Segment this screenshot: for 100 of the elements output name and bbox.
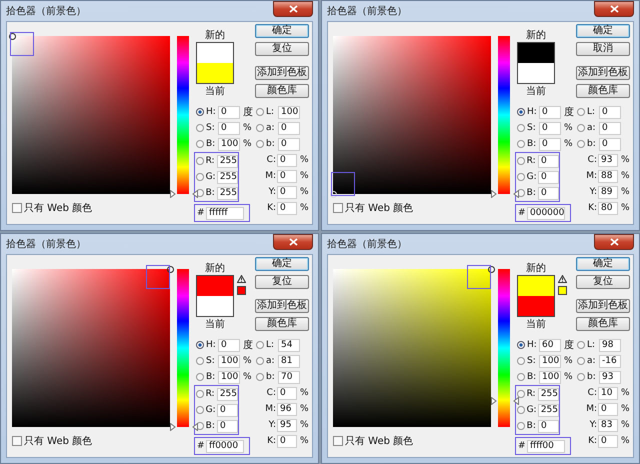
value-field[interactable]: 60 bbox=[539, 338, 561, 352]
value-field[interactable]: 81 bbox=[278, 354, 300, 368]
value-field[interactable]: 255 bbox=[216, 186, 238, 200]
dialog-button[interactable]: 添加到色板 bbox=[576, 66, 630, 80]
radio-button[interactable] bbox=[196, 390, 204, 398]
radio-button[interactable] bbox=[577, 357, 585, 365]
hue-slider-handle[interactable] bbox=[170, 423, 198, 431]
value-field[interactable]: 100 bbox=[218, 370, 240, 384]
value-field[interactable]: 100 bbox=[539, 354, 561, 368]
value-field[interactable]: 88 bbox=[598, 170, 618, 182]
dialog-button[interactable]: 取消 bbox=[576, 42, 630, 56]
value-field[interactable]: 89 bbox=[598, 186, 618, 198]
value-field[interactable]: 255 bbox=[216, 170, 238, 184]
close-button[interactable] bbox=[594, 1, 634, 17]
radio-button[interactable] bbox=[517, 124, 525, 132]
value-field[interactable]: 0 bbox=[599, 106, 621, 118]
value-field[interactable]: 0 bbox=[599, 122, 621, 134]
radio-button[interactable] bbox=[577, 108, 585, 116]
hex-field[interactable]: 000000 bbox=[527, 206, 565, 220]
value-field[interactable]: 255 bbox=[538, 388, 559, 400]
radio-button[interactable] bbox=[577, 124, 585, 132]
value-field[interactable]: 0 bbox=[217, 420, 238, 432]
value-field[interactable]: 255 bbox=[216, 154, 238, 168]
radio-button[interactable] bbox=[517, 157, 525, 165]
dialog-button[interactable]: 颜色库 bbox=[576, 84, 630, 98]
value-field[interactable]: 100 bbox=[278, 106, 300, 118]
value-field[interactable]: 10 bbox=[598, 386, 618, 400]
value-field[interactable]: 0 bbox=[218, 106, 240, 118]
gamut-color-swatch[interactable] bbox=[558, 286, 567, 295]
radio-button[interactable] bbox=[517, 373, 525, 381]
value-field[interactable]: 100 bbox=[539, 370, 561, 384]
dialog-button[interactable]: 颜色库 bbox=[255, 317, 309, 331]
gamut-color-swatch[interactable] bbox=[237, 286, 246, 295]
hue-slider[interactable] bbox=[491, 269, 517, 427]
dialog-button[interactable]: 复位 bbox=[255, 275, 309, 289]
value-field[interactable]: 0 bbox=[218, 122, 240, 134]
close-button[interactable] bbox=[273, 1, 313, 17]
value-field[interactable]: 0 bbox=[217, 404, 238, 416]
value-field[interactable]: 54 bbox=[278, 338, 300, 352]
hex-field[interactable]: ffff00 bbox=[527, 440, 565, 452]
value-field[interactable]: 100 bbox=[218, 354, 240, 368]
dialog-button[interactable]: 添加到色板 bbox=[255, 299, 309, 313]
value-field[interactable]: 0 bbox=[277, 434, 297, 448]
value-field[interactable]: 0 bbox=[538, 154, 559, 168]
dialog-button[interactable]: 确定 bbox=[255, 257, 309, 271]
radio-button[interactable] bbox=[196, 341, 204, 349]
value-field[interactable]: 0 bbox=[278, 122, 300, 134]
value-field[interactable]: 0 bbox=[539, 138, 561, 150]
value-field[interactable]: 0 bbox=[598, 434, 618, 448]
dialog-button[interactable]: 确定 bbox=[576, 257, 630, 271]
radio-button[interactable] bbox=[196, 157, 204, 165]
radio-button[interactable] bbox=[256, 357, 264, 365]
radio-button[interactable] bbox=[577, 140, 585, 148]
value-field[interactable]: 95 bbox=[277, 418, 297, 432]
value-field[interactable]: 0 bbox=[218, 338, 240, 352]
warning-icon[interactable] bbox=[558, 275, 567, 283]
warning-icon[interactable] bbox=[237, 275, 246, 283]
radio-button[interactable] bbox=[196, 140, 204, 148]
hue-slider-handle[interactable] bbox=[491, 396, 519, 405]
value-field[interactable]: 0 bbox=[277, 154, 297, 166]
value-field[interactable]: 83 bbox=[598, 418, 618, 432]
value-field[interactable]: 98 bbox=[599, 338, 621, 352]
dialog-button[interactable]: 复位 bbox=[576, 275, 630, 289]
close-button[interactable] bbox=[273, 234, 313, 250]
dialog-button[interactable]: 添加到色板 bbox=[255, 66, 309, 80]
color-marker[interactable] bbox=[9, 33, 16, 40]
value-field[interactable]: 255 bbox=[216, 388, 238, 400]
value-field[interactable]: 100 bbox=[218, 138, 240, 150]
hex-field[interactable]: ffffff bbox=[206, 206, 244, 220]
checkbox[interactable] bbox=[333, 436, 343, 446]
radio-button[interactable] bbox=[517, 341, 525, 349]
hex-field[interactable]: ff0000 bbox=[206, 440, 244, 452]
value-field[interactable]: 0 bbox=[538, 420, 559, 432]
radio-button[interactable] bbox=[517, 108, 525, 116]
dialog-button[interactable]: 复位 bbox=[255, 42, 309, 56]
value-field[interactable]: 0 bbox=[599, 138, 621, 150]
radio-button[interactable] bbox=[517, 406, 525, 414]
dialog-button[interactable]: 颜色库 bbox=[576, 317, 630, 331]
radio-button[interactable] bbox=[196, 406, 204, 414]
value-field[interactable]: 0 bbox=[277, 386, 297, 400]
radio-button[interactable] bbox=[196, 173, 204, 181]
value-field[interactable]: 0 bbox=[538, 170, 559, 184]
radio-button[interactable] bbox=[196, 357, 204, 365]
dialog-button[interactable]: 确定 bbox=[255, 24, 309, 38]
value-field[interactable]: 0 bbox=[598, 402, 618, 416]
radio-button[interactable] bbox=[517, 140, 525, 148]
radio-button[interactable] bbox=[256, 341, 264, 349]
value-field[interactable]: 255 bbox=[538, 404, 559, 416]
radio-button[interactable] bbox=[577, 373, 585, 381]
hue-slider-handle[interactable] bbox=[170, 190, 198, 198]
radio-button[interactable] bbox=[196, 124, 204, 132]
value-field[interactable]: 0 bbox=[277, 186, 297, 198]
dialog-button[interactable]: 确定 bbox=[576, 24, 630, 38]
value-field[interactable]: 0 bbox=[539, 122, 561, 134]
checkbox[interactable] bbox=[333, 203, 343, 213]
value-field[interactable]: 96 bbox=[277, 402, 297, 416]
value-field[interactable]: -16 bbox=[599, 354, 621, 368]
hue-slider-handle[interactable] bbox=[491, 190, 519, 198]
value-field[interactable]: 0 bbox=[277, 202, 297, 214]
dialog-button[interactable]: 颜色库 bbox=[255, 84, 309, 98]
